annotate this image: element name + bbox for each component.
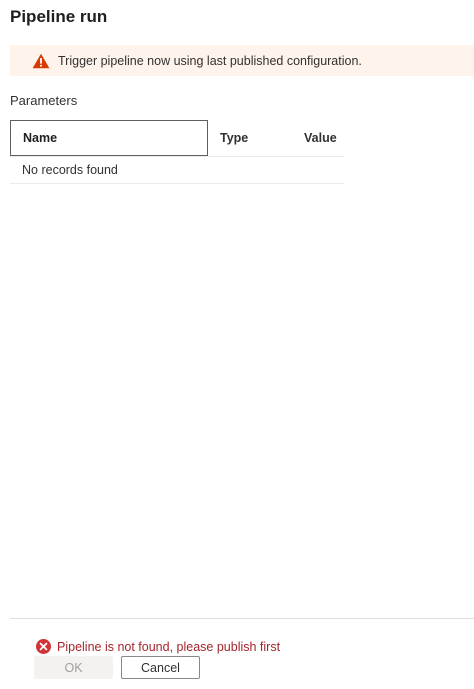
warning-message-bar: Trigger pipeline now using last publishe… xyxy=(10,45,474,76)
error-message: Pipeline is not found, please publish fi… xyxy=(36,639,280,654)
column-header-type[interactable]: Type xyxy=(220,120,248,156)
column-header-value[interactable]: Value xyxy=(304,120,337,156)
page-title: Pipeline run xyxy=(10,7,108,26)
cancel-button[interactable]: Cancel xyxy=(121,656,200,679)
warning-text: Trigger pipeline now using last publishe… xyxy=(58,53,362,68)
warning-triangle-icon xyxy=(32,53,50,69)
column-header-name[interactable]: Name xyxy=(10,120,208,156)
parameters-label: Parameters xyxy=(10,93,78,108)
parameters-table: Name Type Value No records found xyxy=(10,120,344,184)
table-header: Name Type Value xyxy=(10,120,344,157)
footer-divider xyxy=(10,618,474,619)
empty-records-row: No records found xyxy=(10,157,344,184)
ok-button[interactable]: OK xyxy=(34,656,113,679)
error-circle-icon xyxy=(36,639,51,654)
error-text: Pipeline is not found, please publish fi… xyxy=(57,639,281,654)
